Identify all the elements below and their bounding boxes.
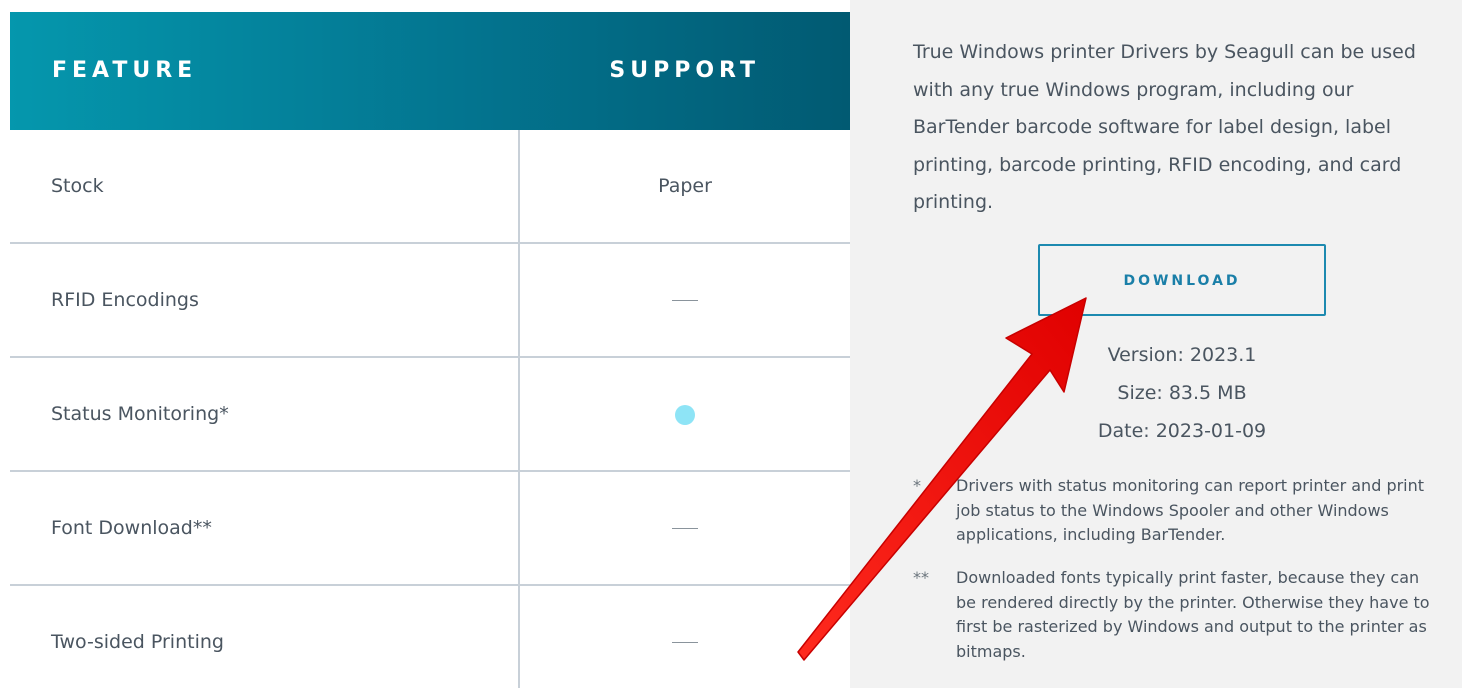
column-divider	[518, 130, 520, 688]
page: FEATURE SUPPORT Stock Paper RFID Encodin…	[0, 0, 1462, 688]
support-value	[520, 472, 850, 584]
footnote-mark: *	[913, 476, 921, 495]
feature-table: FEATURE SUPPORT Stock Paper RFID Encodin…	[10, 12, 850, 688]
footnote-font-download: ** Downloaded fonts typically print fast…	[913, 566, 1433, 664]
feature-column-header: FEATURE	[52, 58, 198, 83]
supported-dot-icon	[675, 404, 695, 425]
support-column-header: SUPPORT	[609, 58, 760, 83]
footnote-status-monitoring: * Drivers with status monitoring can rep…	[913, 474, 1433, 548]
table-row-stock: Stock Paper	[10, 130, 850, 244]
not-supported-dash-icon	[672, 300, 698, 301]
footnote-text: Downloaded fonts typically print faster,…	[956, 568, 1430, 661]
driver-download-panel: True Windows printer Drivers by Seagull …	[850, 0, 1462, 688]
support-value: Paper	[658, 175, 712, 197]
support-value	[520, 244, 850, 356]
table-row-rfid-encodings: RFID Encodings	[10, 244, 850, 358]
driver-description: True Windows printer Drivers by Seagull …	[913, 41, 1416, 213]
not-supported-dash-icon	[672, 528, 698, 529]
feature-label: Status Monitoring*	[51, 403, 229, 425]
version-info: Version: 2023.1	[1107, 344, 1257, 366]
date-info: Date: 2023-01-09	[1097, 420, 1267, 442]
download-button[interactable]: DOWNLOAD	[1038, 244, 1326, 316]
not-supported-dash-icon	[672, 642, 698, 643]
table-row-two-sided-printing: Two-sided Printing	[10, 586, 850, 688]
footnote-text: Drivers with status monitoring can repor…	[956, 476, 1425, 544]
feature-label: Two-sided Printing	[51, 631, 224, 653]
feature-label: Font Download**	[51, 517, 212, 539]
table-header: FEATURE SUPPORT	[10, 12, 850, 130]
feature-label: RFID Encodings	[51, 289, 199, 311]
feature-label: Stock	[51, 175, 104, 197]
support-value	[520, 586, 850, 688]
footnote-mark: **	[913, 568, 929, 587]
support-value	[520, 358, 850, 470]
table-row-font-download: Font Download**	[10, 472, 850, 586]
size-info: Size: 83.5 MB	[1117, 382, 1247, 404]
table-row-status-monitoring: Status Monitoring*	[10, 358, 850, 472]
